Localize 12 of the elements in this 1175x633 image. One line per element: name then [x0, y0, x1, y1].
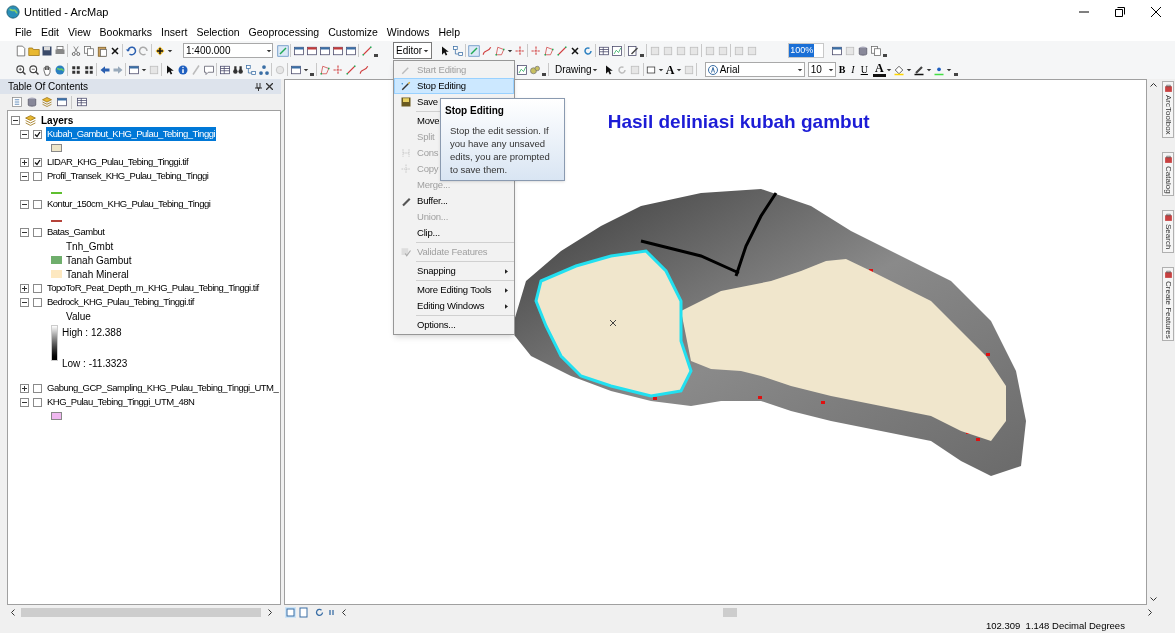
legend-label: High : 12.388: [62, 326, 123, 340]
map-title: Hasil deliniasi kubah gambut: [607, 110, 870, 134]
coordinates-readout: 102.309 1.148 Decimal Degrees: [986, 618, 1125, 633]
legend-label: Tanah Gambut: [66, 253, 132, 268]
legend-label: Low : -11.3323: [62, 357, 128, 371]
panel-title: Table Of Contents: [8, 80, 89, 94]
tooltip-title: Stop Editing: [445, 104, 505, 118]
tooltip-text: Stop the edit session. If you have any unsaved edits, you are prompted to save them.: [449, 124, 551, 176]
legend-heading: Tnh_Gmbt: [66, 239, 114, 254]
legend-label: Tanah Mineral: [66, 267, 129, 282]
legend-heading: Value: [66, 309, 91, 324]
window-title: Untitled - ArcMap: [24, 4, 109, 20]
